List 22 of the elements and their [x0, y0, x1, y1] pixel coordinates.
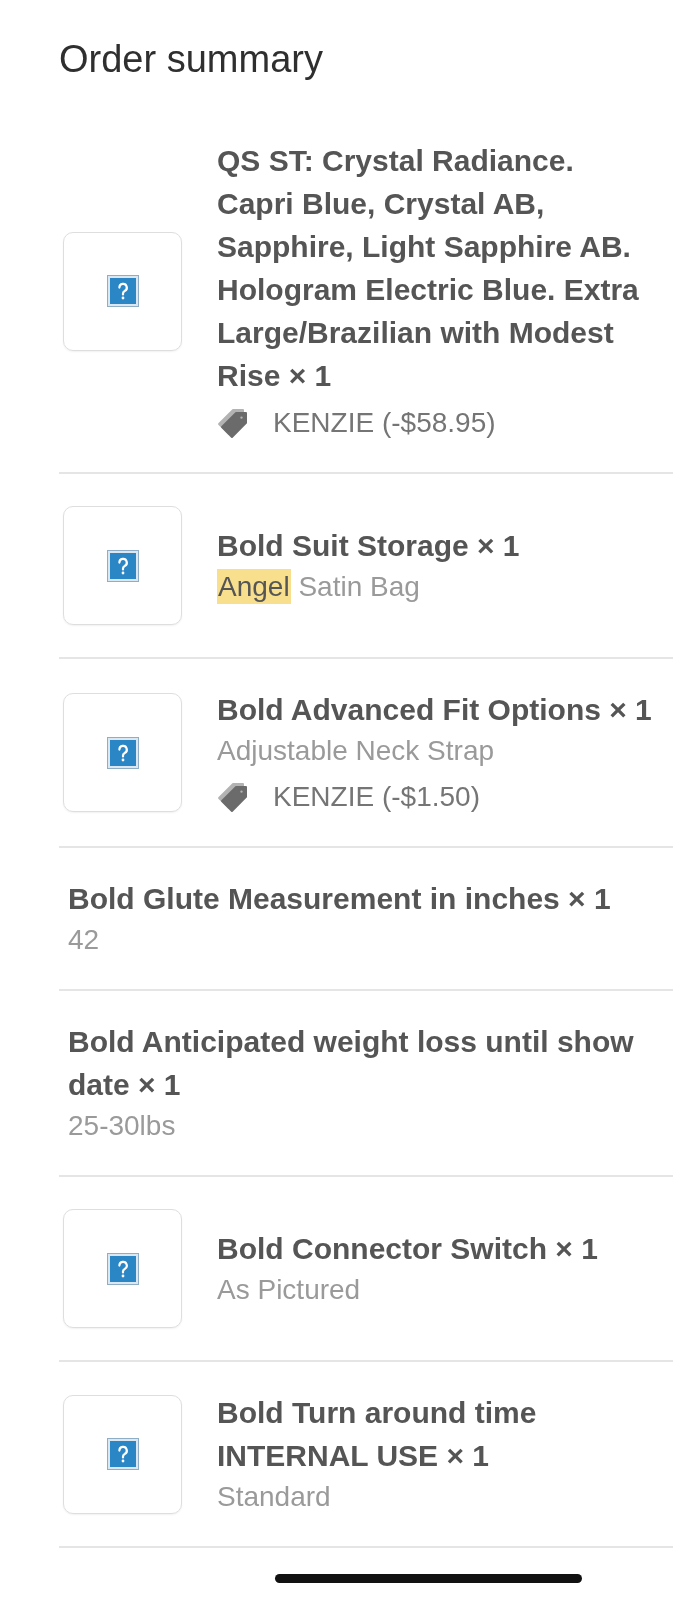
- option-text: As Pictured: [217, 1274, 361, 1305]
- question-mark-icon: [106, 275, 139, 307]
- option-text: Standard: [217, 1481, 331, 1512]
- item-name: Bold Advanced Fit Options × 1: [217, 692, 652, 728]
- option-text: Angel: [217, 569, 291, 604]
- item-name: Bold Turn around time INTERNAL USE × 1: [217, 1395, 538, 1474]
- discount-text: KENZIE (-$58.95): [273, 406, 496, 440]
- question-mark-icon: [106, 736, 139, 769]
- question-mark-icon: [106, 1438, 139, 1470]
- item-name: Bold Anticipated weight loss until show date × 1: [68, 1024, 635, 1103]
- item-name: Bold Connector Switch × 1: [217, 1231, 598, 1267]
- question-mark-icon: [106, 1252, 139, 1285]
- option-text: Adjustable Neck Strap: [217, 735, 495, 766]
- option-text: Satin Bag: [298, 571, 420, 602]
- item-name: Bold Glute Measurement in inches × 1: [68, 881, 611, 917]
- option-text: 42: [68, 924, 100, 955]
- item-name: Bold Suit Storage × 1: [217, 528, 520, 564]
- question-mark-icon: [106, 549, 139, 582]
- discount-text: KENZIE (-$1.50): [273, 780, 480, 814]
- order-summary-title: Order summary: [59, 37, 323, 81]
- option-text: 25-30lbs: [68, 1110, 176, 1141]
- item-name: QS ST: Crystal Radiance. Capri Blue, Crystal AB, Sapphire, Light Sapphire AB. Hologram Electric Blue. Extra Large/Brazilian with Modest Rise × 1: [217, 143, 640, 394]
